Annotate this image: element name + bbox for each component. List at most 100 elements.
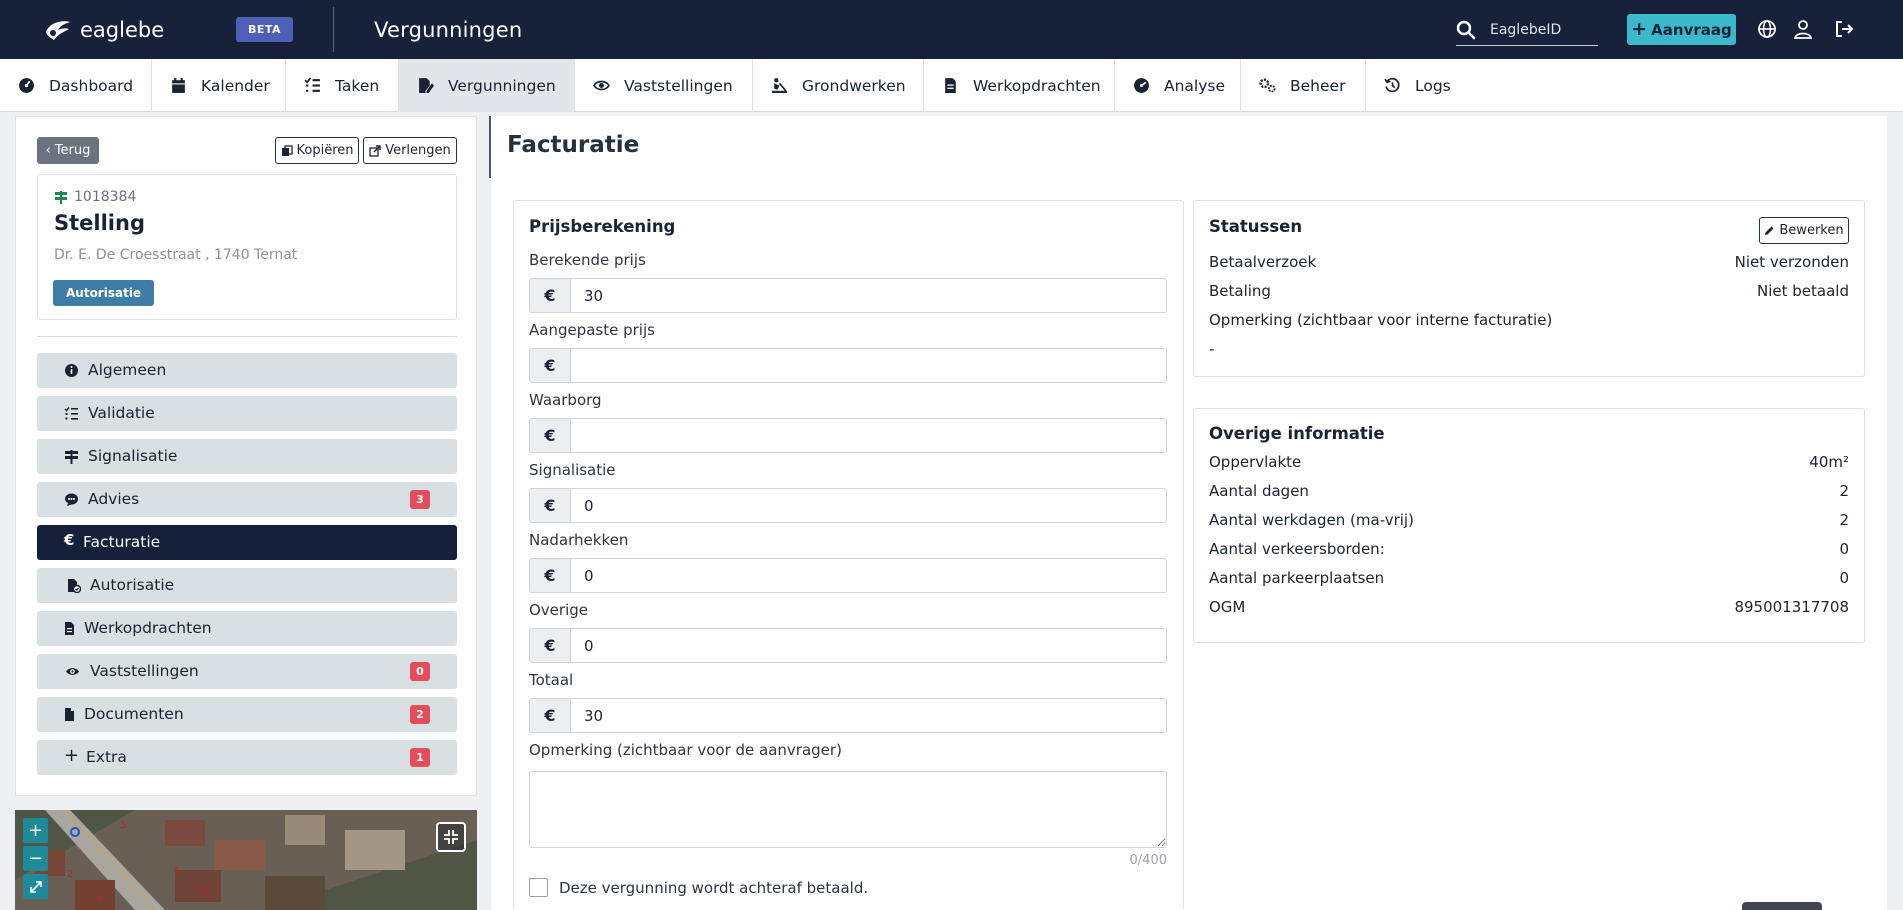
- euro-icon: €: [530, 489, 571, 522]
- info-value: 0: [1839, 569, 1849, 587]
- info-label: Oppervlakte: [1209, 453, 1302, 471]
- nav-taken[interactable]: Taken: [286, 59, 399, 112]
- search-input[interactable]: [1490, 21, 1590, 38]
- calculated-price-field: €: [529, 278, 1167, 313]
- signpost-icon: [55, 191, 67, 204]
- list-check-icon: [64, 407, 78, 420]
- barriers-field: €: [529, 558, 1167, 593]
- pay-afterwards-row[interactable]: Deze vergunning wordt achteraf betaald.: [529, 878, 868, 897]
- other-costs-input[interactable]: [571, 629, 1166, 662]
- nav-label: Beheer: [1290, 76, 1346, 95]
- sidebar-item-validatie[interactable]: Validatie: [37, 396, 457, 431]
- eagle-logo-icon: [46, 20, 70, 40]
- count-badge: 3: [410, 490, 430, 509]
- field-label: Waarborg: [529, 391, 602, 409]
- calculated-price-input[interactable]: [571, 279, 1166, 312]
- nav-vaststellingen[interactable]: Vaststellingen: [575, 59, 753, 112]
- other-info-card: Overige informatie Oppervlakte 40m² Aant…: [1193, 408, 1865, 643]
- sidebar-item-algemeen[interactable]: Algemeen: [37, 353, 457, 388]
- extend-button[interactable]: Verlengen: [363, 137, 457, 164]
- nav-label: Vergunningen: [448, 76, 556, 95]
- save-button-partial[interactable]: [1742, 902, 1822, 910]
- globe-icon[interactable]: [1756, 18, 1778, 40]
- sidebar-item-vaststellingen[interactable]: Vaststellingen 0: [37, 654, 457, 689]
- nav-logs[interactable]: Logs: [1366, 59, 1476, 112]
- nav-analyse[interactable]: Analyse: [1115, 59, 1241, 112]
- pencil-icon: [1765, 226, 1774, 235]
- nav-grondwerken[interactable]: Grondwerken: [753, 59, 924, 112]
- sidebar-item-advies[interactable]: Advies 3: [37, 482, 457, 517]
- document-icon: [65, 708, 74, 721]
- info-value: 40m²: [1809, 453, 1849, 471]
- internal-remark-label: Opmerking (zichtbaar voor interne factur…: [1209, 311, 1849, 333]
- back-button[interactable]: ‹ Terug: [37, 137, 99, 164]
- sidebar-item-label: Signalisatie: [88, 447, 178, 465]
- logo[interactable]: eaglebe: [42, 16, 202, 44]
- remark-label: Opmerking (zichtbaar voor de aanvrager): [529, 741, 842, 759]
- fullscreen-button[interactable]: [436, 822, 466, 852]
- sidebar-item-documenten[interactable]: Documenten 2: [37, 697, 457, 732]
- info-value: 895001317708: [1734, 598, 1849, 616]
- sidebar-item-label: Facturatie: [83, 533, 161, 551]
- status-label: Betaalverzoek: [1209, 253, 1317, 271]
- copy-button[interactable]: Kopiëren: [275, 137, 359, 164]
- sidebar-item-signalisatie[interactable]: Signalisatie: [37, 439, 457, 474]
- info-value: 2: [1839, 511, 1849, 529]
- search-box[interactable]: [1456, 14, 1598, 46]
- zoom-in-button[interactable]: +: [23, 818, 48, 843]
- map-house-number: 4: [97, 892, 103, 903]
- signalisation-input[interactable]: [571, 489, 1166, 522]
- sidebar-item-label: Autorisatie: [90, 576, 175, 594]
- info-row: Aantal parkeerplaatsen 0: [1209, 569, 1849, 591]
- nav-vergunningen[interactable]: Vergunningen: [399, 59, 575, 112]
- map-house-number: 5: [120, 820, 126, 831]
- barriers-input[interactable]: [571, 559, 1166, 592]
- adjusted-price-field: €: [529, 348, 1167, 383]
- map-expand-button[interactable]: [23, 874, 48, 899]
- nav-label: Taken: [335, 76, 380, 95]
- field-label: Aangepaste prijs: [529, 321, 655, 339]
- adjusted-price-input[interactable]: [571, 349, 1166, 382]
- signpost-icon: [65, 450, 78, 464]
- extend-label: Verlengen: [385, 143, 451, 158]
- statuses-card: Statussen Bewerken Betaalverzoek Niet ve…: [1193, 200, 1865, 377]
- info-value: 0: [1839, 540, 1849, 558]
- user-icon[interactable]: [1792, 18, 1814, 40]
- comment-icon: [65, 493, 78, 506]
- nav-dashboard[interactable]: Dashboard: [0, 59, 152, 112]
- euro-icon: €: [64, 531, 75, 549]
- sidebar-item-label: Algemeen: [88, 361, 167, 379]
- pay-afterwards-label: Deze vergunning wordt achteraf betaald.: [559, 878, 869, 897]
- remark-textarea[interactable]: [529, 771, 1167, 848]
- file-check-icon: [68, 579, 81, 593]
- file-icon: [65, 622, 74, 635]
- total-field: €: [529, 698, 1167, 733]
- back-label: Terug: [54, 143, 91, 158]
- nav-werkopdrachten[interactable]: Werkopdrachten: [924, 59, 1115, 112]
- info-label: OGM: [1209, 598, 1246, 616]
- chevron-left-icon: ‹: [45, 143, 51, 158]
- sidebar-item-facturatie[interactable]: € Facturatie: [37, 525, 457, 560]
- top-bar: eaglebe BETA Vergunningen + Aanvraag: [0, 0, 1903, 59]
- deposit-input[interactable]: [571, 419, 1166, 452]
- map-view[interactable]: 5 2 9 11 4 + −: [15, 810, 477, 910]
- nav-beheer[interactable]: Beheer: [1241, 59, 1366, 112]
- zoom-out-button[interactable]: −: [23, 846, 48, 871]
- deposit-field: €: [529, 418, 1167, 453]
- nav-label: Vaststellingen: [624, 76, 733, 95]
- status-value: Niet betaald: [1757, 282, 1849, 300]
- internal-remark-value: -: [1209, 340, 1849, 362]
- info-label: Aantal verkeersborden:: [1209, 540, 1385, 558]
- sidebar-item-extra[interactable]: + Extra 1: [37, 740, 457, 775]
- total-input[interactable]: [571, 699, 1166, 732]
- nav-kalender[interactable]: Kalender: [152, 59, 286, 112]
- signalisation-field: €: [529, 488, 1167, 523]
- header-divider: [333, 7, 335, 52]
- info-icon: [65, 364, 78, 377]
- logout-icon[interactable]: [1833, 18, 1855, 40]
- pay-afterwards-checkbox[interactable]: [529, 878, 548, 897]
- sidebar-item-werkopdrachten[interactable]: Werkopdrachten: [37, 611, 457, 646]
- new-request-button[interactable]: + Aanvraag: [1627, 14, 1736, 45]
- sidebar-item-autorisatie[interactable]: Autorisatie: [37, 568, 457, 603]
- edit-button[interactable]: Bewerken: [1759, 217, 1849, 244]
